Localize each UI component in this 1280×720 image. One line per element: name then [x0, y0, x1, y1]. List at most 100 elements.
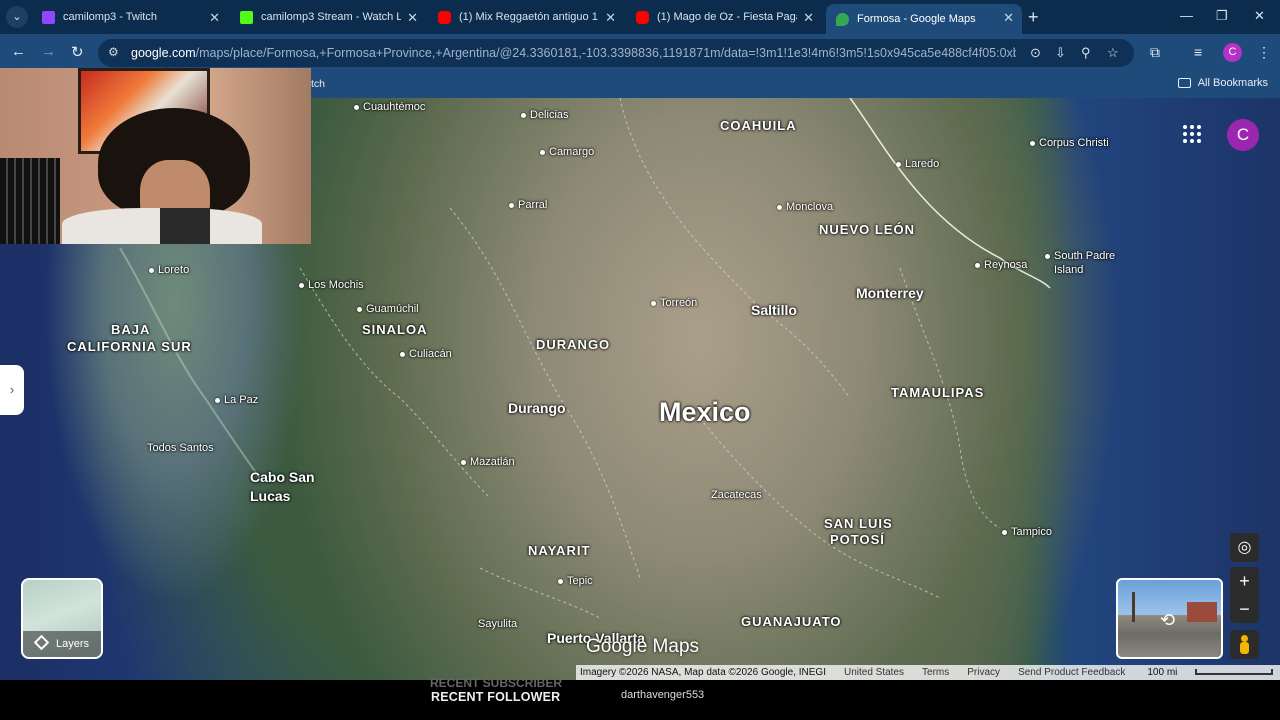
city-label[interactable]: Torreón: [650, 297, 697, 309]
tab-google-maps[interactable]: Formosa - Google Maps ✕: [826, 4, 1022, 34]
city-label[interactable]: Zacatecas: [711, 489, 762, 501]
layers-button[interactable]: Layers: [21, 578, 103, 659]
city-label[interactable]: Cuauhtémoc: [353, 101, 425, 113]
account-avatar[interactable]: C: [1227, 119, 1259, 151]
close-icon[interactable]: ✕: [605, 10, 616, 26]
site-info-icon[interactable]: ⚙: [108, 45, 119, 59]
state-label[interactable]: POTOSÍ: [830, 532, 885, 548]
tab-search-button[interactable]: ⌄: [6, 6, 28, 28]
city-label[interactable]: Sayulita: [478, 618, 517, 630]
extensions-icon[interactable]: ⧉: [1150, 44, 1160, 61]
back-arrow-icon[interactable]: ←: [11, 43, 26, 60]
city-label[interactable]: Loreto: [148, 264, 189, 276]
state-label[interactable]: GUANAJUATO: [741, 614, 842, 630]
install-app-icon[interactable]: ⇩: [1055, 45, 1066, 61]
layers-icon: [33, 634, 50, 651]
zoom-in-button[interactable]: +: [1230, 567, 1259, 595]
folder-icon: [1177, 78, 1191, 88]
bookmark-item[interactable]: tch: [311, 78, 325, 90]
state-label[interactable]: SINALOA: [362, 322, 428, 338]
tab-title: Formosa - Google Maps: [857, 13, 976, 25]
city-label[interactable]: Tampico: [1002, 526, 1052, 538]
google-maps-logo: Google Maps: [586, 636, 700, 657]
zoom-icon[interactable]: ⚲: [1081, 45, 1091, 61]
city-label[interactable]: Mazatlán: [461, 456, 515, 468]
city-label[interactable]: Cabo San: [250, 469, 315, 485]
city-label[interactable]: Culiacán: [400, 348, 452, 360]
terms-link[interactable]: Terms: [922, 667, 949, 678]
city-label[interactable]: Todos Santos: [147, 442, 214, 454]
city-label[interactable]: Delicias: [521, 109, 569, 121]
more-menu-icon[interactable]: ⋮: [1257, 44, 1271, 61]
region-link[interactable]: United States: [844, 667, 904, 678]
close-icon[interactable]: ✕: [209, 10, 220, 26]
close-icon[interactable]: ✕: [1003, 10, 1014, 26]
webcam-overlay: [0, 68, 311, 244]
forward-arrow-icon[interactable]: →: [41, 43, 56, 60]
city-label[interactable]: Island: [1054, 264, 1083, 276]
tab-title: (1) Mago de Oz - Fiesta Pagana: [657, 11, 797, 23]
city-label[interactable]: Parral: [508, 199, 547, 211]
tab-title: camilomp3 Stream - Watch Live: [261, 11, 401, 23]
restore-icon[interactable]: ❐: [1216, 8, 1228, 24]
city-label[interactable]: Durango: [508, 400, 566, 416]
my-location-icon[interactable]: ◎: [1230, 533, 1259, 562]
tab-twitch[interactable]: camilomp3 - Twitch ✕: [32, 4, 228, 30]
bookmark-star-icon[interactable]: ☆: [1107, 45, 1119, 61]
close-icon[interactable]: ✕: [407, 10, 418, 26]
city-label[interactable]: Guamúchil: [357, 303, 419, 315]
tab-kick[interactable]: camilomp3 Stream - Watch Live ✕: [230, 4, 426, 30]
youtube-icon: [438, 10, 451, 24]
recent-follower-label: RECENT FOLLOWER: [431, 690, 561, 704]
google-apps-icon[interactable]: [1183, 125, 1201, 143]
tab-youtube-reggaeton[interactable]: (1) Mix Reggaetón antiguo 1 ho ✕: [428, 4, 624, 30]
city-label[interactable]: Tepic: [558, 575, 593, 587]
reload-icon[interactable]: ↻: [71, 43, 84, 61]
state-label[interactable]: NUEVO LEÓN: [819, 222, 915, 238]
tab-youtube-mago-de-oz[interactable]: (1) Mago de Oz - Fiesta Pagana ✕: [626, 4, 822, 30]
expand-side-panel-button[interactable]: ›: [0, 365, 24, 415]
street-view-preview[interactable]: ⟲: [1116, 578, 1223, 659]
palm-tree-graphic: [1132, 592, 1135, 622]
zoom-out-button[interactable]: −: [1230, 595, 1259, 623]
city-label[interactable]: Reynosa: [974, 259, 1027, 271]
tab-strip: ⌄ camilomp3 - Twitch ✕ camilomp3 Stream …: [0, 0, 1280, 34]
city-label[interactable]: Lucas: [250, 488, 290, 504]
new-tab-button[interactable]: +: [1028, 7, 1039, 28]
location-icon[interactable]: ⊙: [1030, 45, 1041, 61]
city-label[interactable]: La Paz: [214, 394, 258, 406]
tab-title: (1) Mix Reggaetón antiguo 1 ho: [459, 11, 599, 23]
city-label[interactable]: Monterrey: [856, 285, 924, 301]
url-text[interactable]: google.com/maps/place/Formosa,+Formosa+P…: [131, 46, 1016, 60]
state-label[interactable]: COAHUILA: [720, 118, 797, 134]
city-label[interactable]: Monclova: [776, 201, 833, 213]
profile-avatar[interactable]: C: [1223, 43, 1242, 62]
rotate-360-icon: ⟲: [1160, 610, 1176, 630]
recent-follower-name: darthavenger553: [621, 689, 705, 701]
state-label[interactable]: CALIFORNIA SUR: [67, 339, 192, 355]
close-icon[interactable]: ✕: [803, 10, 814, 26]
city-label[interactable]: Laredo: [895, 158, 939, 170]
pegman-icon[interactable]: [1230, 630, 1259, 659]
state-label[interactable]: DURANGO: [536, 337, 610, 353]
state-label[interactable]: BAJA: [111, 322, 150, 338]
city-label[interactable]: Camargo: [539, 146, 594, 158]
country-label[interactable]: Mexico: [659, 397, 751, 428]
address-bar[interactable]: ⚙ google.com/maps/place/Formosa,+Formosa…: [98, 39, 1134, 67]
keyboard-instrument: [0, 158, 60, 244]
minimize-icon[interactable]: —: [1180, 8, 1193, 23]
city-label[interactable]: South Padre: [1044, 250, 1115, 262]
twitch-icon: [42, 10, 55, 24]
city-label[interactable]: Los Mochis: [299, 279, 364, 291]
privacy-link[interactable]: Privacy: [967, 667, 1000, 678]
city-label[interactable]: Corpus Christi: [1030, 137, 1109, 149]
all-bookmarks-button[interactable]: All Bookmarks: [1177, 77, 1268, 89]
media-controls-icon[interactable]: ≡: [1194, 44, 1202, 60]
state-label[interactable]: SAN LUIS: [824, 516, 893, 532]
state-label[interactable]: TAMAULIPAS: [891, 385, 984, 401]
feedback-link[interactable]: Send Product Feedback: [1018, 667, 1125, 678]
state-label[interactable]: NAYARIT: [528, 543, 590, 559]
scale-label[interactable]: 100 mi: [1143, 667, 1280, 678]
city-label[interactable]: Saltillo: [751, 302, 797, 318]
close-window-icon[interactable]: ✕: [1254, 8, 1265, 24]
